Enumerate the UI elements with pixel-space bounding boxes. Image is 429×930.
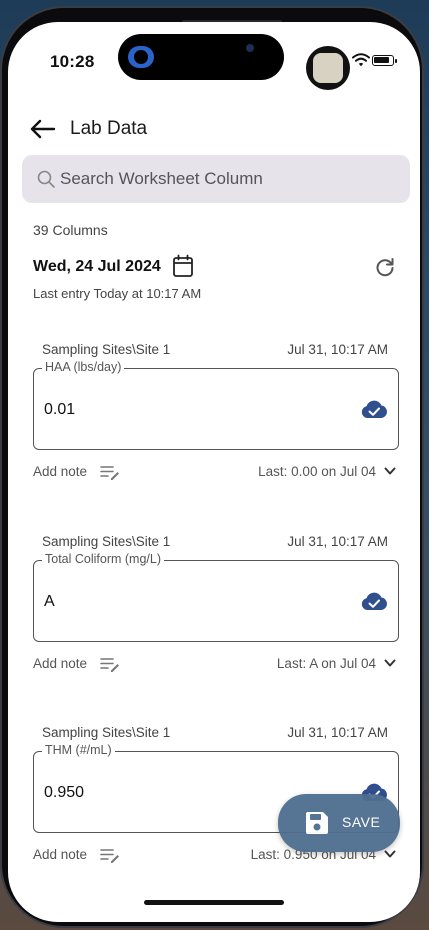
edit-note-icon[interactable]	[100, 847, 120, 863]
chevron-down-icon[interactable]	[384, 658, 396, 668]
home-indicator[interactable]	[144, 900, 284, 905]
entry-field-value[interactable]: 0.01	[44, 401, 75, 419]
entry-site: Sampling Sites\Site 1	[42, 534, 171, 549]
phone-screen: 10:28 Lab Data Search Worksheet Column 3…	[8, 22, 420, 922]
add-note-link[interactable]: Add note	[33, 656, 87, 671]
battery-icon	[372, 55, 397, 66]
search-bar	[22, 155, 410, 203]
search-icon	[37, 170, 55, 188]
entry-timestamp: Jul 31, 10:17 AM	[287, 342, 388, 357]
chevron-down-icon[interactable]	[384, 849, 396, 859]
edit-note-icon[interactable]	[100, 464, 120, 480]
back-arrow-icon[interactable]	[28, 118, 56, 140]
wifi-icon	[352, 53, 370, 67]
entry-timestamp: Jul 31, 10:17 AM	[287, 725, 388, 740]
last-value: Last: A on Jul 04	[276, 656, 376, 671]
entry-card: Sampling Sites\Site 1 Jul 31, 10:17 AM T…	[8, 534, 420, 709]
activity-icon	[128, 46, 154, 68]
entry-field-label: HAA (lbs/day)	[42, 360, 125, 374]
entry-site: Sampling Sites\Site 1	[42, 725, 171, 740]
entry-value-field[interactable]: HAA (lbs/day) 0.01	[33, 360, 399, 450]
live-activity-badge	[306, 46, 350, 90]
calendar-icon[interactable]	[172, 254, 194, 278]
edit-note-icon[interactable]	[100, 656, 120, 672]
status-bar: 10:28	[8, 22, 420, 102]
add-note-link[interactable]: Add note	[33, 464, 87, 479]
entry-field-value[interactable]: A	[44, 593, 55, 611]
entry-field-value[interactable]: 0.950	[44, 784, 84, 802]
column-count: 39 Columns	[33, 222, 108, 238]
phone-frame: 10:28 Lab Data Search Worksheet Column 3…	[0, 6, 424, 928]
refresh-icon[interactable]	[374, 256, 396, 278]
album-art-icon	[313, 53, 343, 83]
save-button[interactable]: SAVE	[278, 794, 400, 852]
floppy-disk-icon	[306, 812, 328, 834]
entry-field-label: THM (#/mL)	[42, 743, 115, 757]
dynamic-island	[118, 34, 350, 90]
cloud-check-icon	[361, 592, 388, 610]
search-input[interactable]	[60, 155, 400, 203]
last-value: Last: 0.00 on Jul 04	[258, 464, 376, 479]
entry-timestamp: Jul 31, 10:17 AM	[287, 534, 388, 549]
entry-value-field[interactable]: Total Coliform (mg/L) A	[33, 552, 399, 642]
cloud-check-icon	[361, 400, 388, 418]
add-note-link[interactable]: Add note	[33, 847, 87, 862]
camera-icon	[246, 44, 254, 52]
page-title: Lab Data	[70, 118, 148, 139]
app-header: Lab Data	[8, 110, 420, 150]
selected-date[interactable]: Wed, 24 Jul 2024	[33, 258, 161, 276]
status-time: 10:28	[50, 52, 95, 71]
save-button-label: SAVE	[342, 814, 381, 830]
last-entry-text: Last entry Today at 10:17 AM	[33, 286, 202, 301]
entry-field-label: Total Coliform (mg/L)	[42, 552, 164, 566]
entry-card: Sampling Sites\Site 1 Jul 31, 10:17 AM H…	[8, 342, 420, 517]
chevron-down-icon[interactable]	[384, 466, 396, 476]
entry-site: Sampling Sites\Site 1	[42, 342, 171, 357]
